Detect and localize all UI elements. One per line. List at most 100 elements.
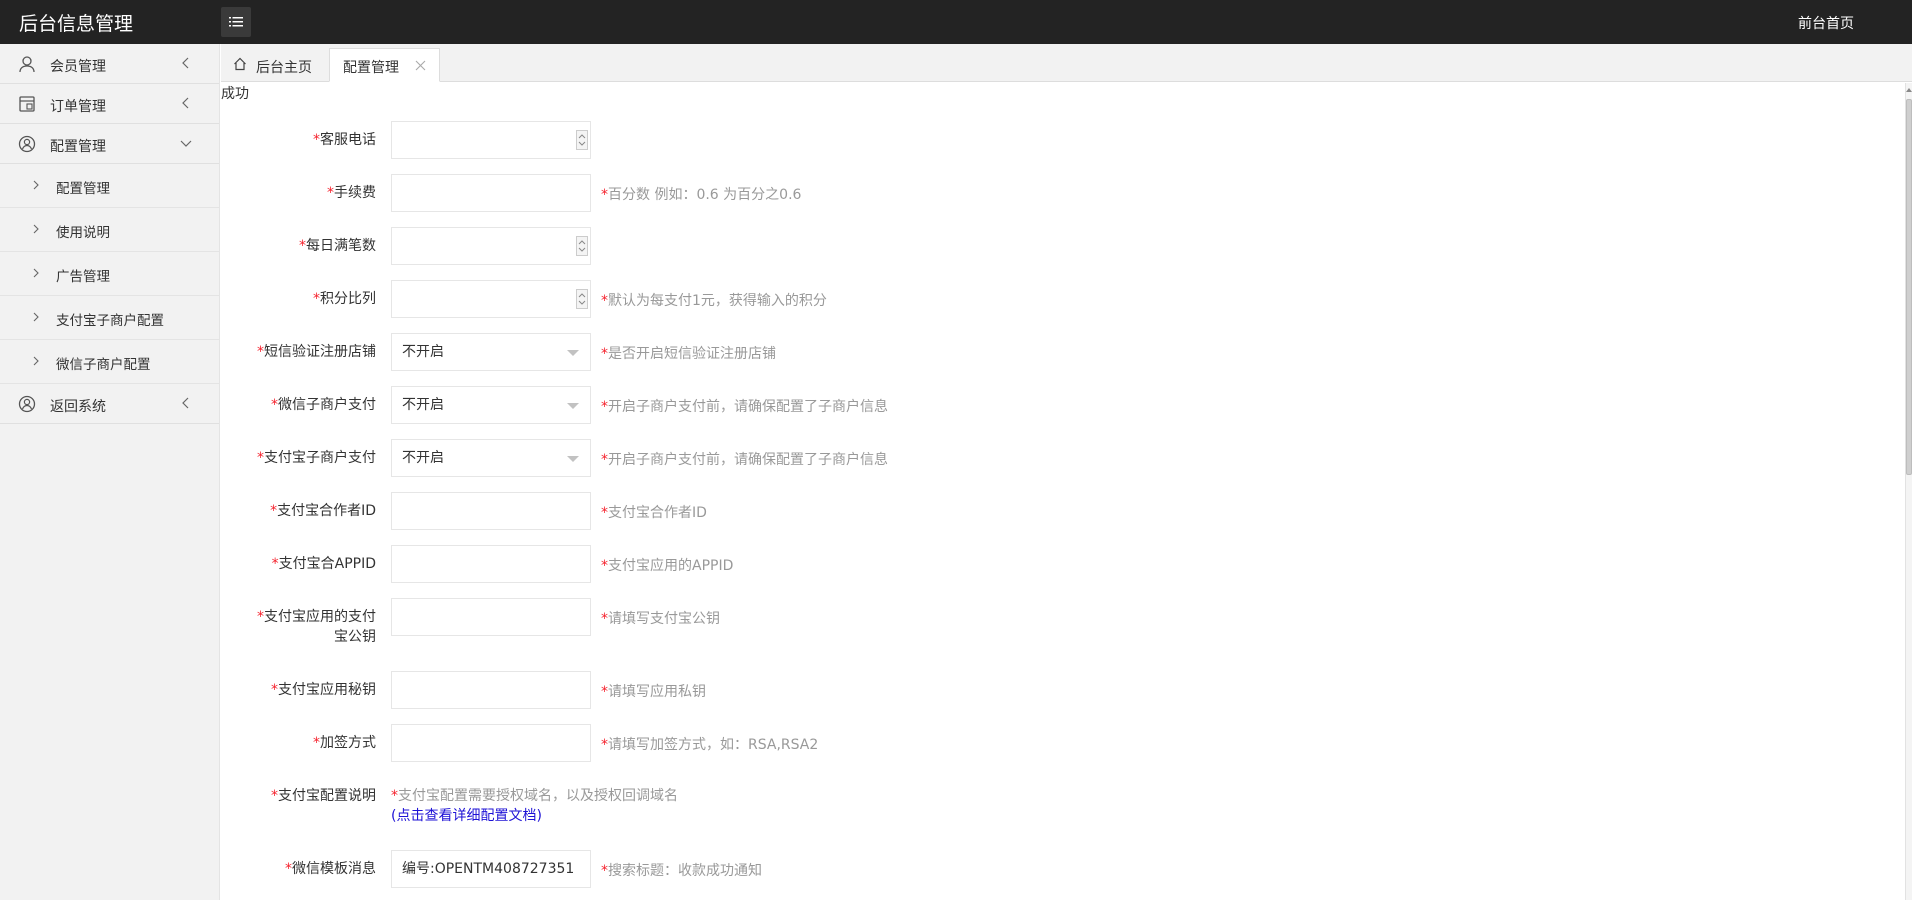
field-hint: *百分数 例如：0.6 为百分之0.6 [601, 187, 802, 203]
tab-config[interactable]: 配置管理 [329, 48, 440, 82]
field-hint: *支付宝合作者ID [601, 505, 707, 521]
config-doc-link[interactable]: (点击查看详细配置文档) [391, 806, 678, 826]
sidebar-subitem-instructions[interactable]: 使用说明 [0, 208, 219, 252]
menu-list-icon [229, 17, 243, 27]
form-row-service-phone: *客服电话 [221, 121, 1221, 159]
field-label: *客服电话 [313, 132, 376, 148]
caret-down-icon [567, 456, 579, 462]
sidebar-subitem-label: 微信子商户配置 [56, 357, 151, 373]
chevron-right-icon [33, 224, 39, 234]
sidebar-subitem-wechat-sub[interactable]: 微信子商户配置 [0, 340, 219, 384]
number-spinner-icon[interactable] [576, 130, 588, 150]
chevron-left-icon [182, 97, 189, 109]
field-hint: *开启子商户支付前，请确保配置了子商户信息 [601, 452, 888, 468]
field-label: *支付宝子商户支付 [257, 450, 376, 466]
content-scrollbar[interactable] [1905, 83, 1912, 900]
form-row-daily-full: *每日满笔数 [221, 227, 1221, 265]
sidebar-item-return[interactable]: 返回系统 [0, 384, 219, 424]
sidebar: 会员管理 订单管理 配置管理 配置管理 使用说明 广告管理 支付宝子商户配置 微… [0, 44, 220, 900]
sidebar-item-label: 订单管理 [50, 99, 106, 115]
service-phone-input[interactable] [391, 121, 591, 159]
sidebar-item-orders[interactable]: 订单管理 [0, 84, 219, 124]
sidebar-item-members[interactable]: 会员管理 [0, 44, 219, 84]
form-row-sign-type: *加签方式 *请填写加签方式，如：RSA,RSA2 [221, 724, 1221, 762]
sms-verify-select[interactable]: 不开启 [391, 333, 591, 371]
points-ratio-input[interactable] [391, 280, 591, 318]
tab-bar: 后台主页 配置管理 [221, 44, 1912, 82]
daily-full-input[interactable] [391, 227, 591, 265]
sidebar-item-label: 会员管理 [50, 59, 106, 75]
sidebar-item-label: 配置管理 [50, 139, 106, 155]
home-icon [234, 57, 246, 71]
alipay-privkey-input[interactable] [391, 671, 591, 709]
sidebar-subitem-label: 支付宝子商户配置 [56, 313, 164, 329]
number-spinner-icon[interactable] [576, 236, 588, 256]
wechat-template-input[interactable]: 编号:OPENTM408727351 [391, 850, 591, 888]
user-icon [19, 56, 35, 73]
sidebar-toggle-button[interactable] [221, 7, 251, 37]
alipay-pubkey-input[interactable] [391, 598, 591, 636]
main-content: 成功 *客服电话 *手续费 *百分数 例如：0.6 为百分之0.6 *每日满笔数… [221, 83, 1905, 900]
chevron-right-icon [33, 312, 39, 322]
sign-type-input[interactable] [391, 724, 591, 762]
chevron-left-icon [182, 57, 189, 69]
field-label: *支付宝配置说明 [271, 788, 376, 804]
sidebar-item-label: 返回系统 [50, 399, 106, 415]
tab-label: 配置管理 [343, 60, 399, 76]
field-label: *支付宝应用的支付 宝公钥 [257, 609, 376, 645]
number-spinner-icon[interactable] [576, 289, 588, 309]
form-row-alipay-desc: *支付宝配置说明 *支付宝配置需要授权域名，以及授权回调域名 (点击查看详细配置… [221, 786, 1221, 830]
sidebar-subitem-config[interactable]: 配置管理 [0, 164, 219, 208]
sidebar-subitem-label: 使用说明 [56, 225, 110, 241]
form-row-wechat-template: *微信模板消息 编号:OPENTM408727351 *搜索标题：收款成功通知 [221, 850, 1221, 888]
sidebar-subitem-label: 配置管理 [56, 181, 110, 197]
scroll-thumb[interactable] [1906, 99, 1912, 475]
field-label: *积分比列 [313, 291, 376, 307]
sidebar-subitem-label: 广告管理 [56, 269, 110, 285]
chevron-right-icon [33, 268, 39, 278]
status-message: 成功 [221, 86, 249, 102]
field-hint: *请填写加签方式，如：RSA,RSA2 [601, 737, 819, 753]
form-row-sms-verify: *短信验证注册店铺 不开启 *是否开启短信验证注册店铺 [221, 333, 1221, 371]
field-label: *支付宝合APPID [271, 556, 376, 572]
field-hint: *开启子商户支付前，请确保配置了子商户信息 [601, 399, 888, 415]
field-label: *支付宝合作者ID [270, 503, 376, 519]
tab-home[interactable]: 后台主页 [221, 48, 328, 82]
close-icon[interactable] [415, 60, 426, 71]
form-row-alipay-pubkey: *支付宝应用的支付 宝公钥 *请填写支付宝公钥 [221, 598, 1221, 658]
field-label: *短信验证注册店铺 [257, 344, 376, 360]
app-title: 后台信息管理 [19, 13, 134, 35]
form-row-wechat-sub: *微信子商户支付 不开启 *开启子商户支付前，请确保配置了子商户信息 [221, 386, 1221, 424]
chevron-left-icon [182, 397, 189, 409]
sidebar-item-config[interactable]: 配置管理 [0, 124, 219, 164]
tab-label: 后台主页 [256, 60, 312, 76]
caret-down-icon [567, 403, 579, 409]
alipay-partner-input[interactable] [391, 492, 591, 530]
form-row-alipay-appid: *支付宝合APPID *支付宝应用的APPID [221, 545, 1221, 583]
top-header: 后台信息管理 前台首页 [0, 0, 1912, 44]
alipay-appid-input[interactable] [391, 545, 591, 583]
user-circle-icon [18, 395, 36, 413]
chevron-down-icon [180, 140, 192, 147]
order-icon [19, 96, 35, 112]
alipay-sub-select[interactable]: 不开启 [391, 439, 591, 477]
sidebar-subitem-alipay-sub[interactable]: 支付宝子商户配置 [0, 296, 219, 340]
fee-input[interactable] [391, 174, 591, 212]
field-hint: *请填写支付宝公钥 [601, 611, 720, 627]
sidebar-subitem-ads[interactable]: 广告管理 [0, 252, 219, 296]
wechat-sub-select[interactable]: 不开启 [391, 386, 591, 424]
form-row-alipay-partner: *支付宝合作者ID *支付宝合作者ID [221, 492, 1221, 530]
user-circle-icon [18, 135, 36, 153]
field-label: *支付宝应用秘钥 [271, 682, 376, 698]
scroll-up-arrow-icon[interactable] [1906, 88, 1912, 92]
field-label: *微信模板消息 [285, 861, 376, 877]
field-label: *微信子商户支付 [271, 397, 376, 413]
field-label: *每日满笔数 [299, 238, 376, 254]
field-hint: *支付宝应用的APPID [601, 558, 734, 574]
form-row-points-ratio: *积分比列 *默认为每支付1元，获得输入的积分 [221, 280, 1221, 318]
field-hint: *请填写应用私钥 [601, 684, 706, 700]
field-hint: *默认为每支付1元，获得输入的积分 [601, 293, 827, 309]
caret-down-icon [567, 350, 579, 356]
form-row-fee: *手续费 *百分数 例如：0.6 为百分之0.6 [221, 174, 1221, 212]
front-home-link[interactable]: 前台首页 [1798, 13, 1854, 33]
